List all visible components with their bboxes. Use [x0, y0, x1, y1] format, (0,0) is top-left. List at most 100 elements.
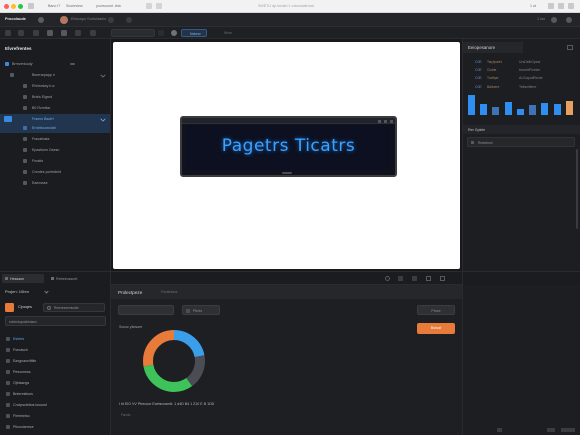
list-item[interactable]: Eaxgnaovifitile — [6, 357, 106, 365]
sidebar-item[interactable]: Fraxarbata — [0, 134, 110, 144]
maximize-icon — [384, 119, 387, 123]
design-canvas[interactable]: Pagetrs Ticatrs — [111, 39, 462, 271]
chevron-down-icon[interactable] — [100, 116, 106, 122]
user-icon[interactable] — [551, 17, 557, 23]
search-input[interactable]: edotrnkopaticfutanz — [5, 316, 106, 326]
list-item[interactable]: Estetrs — [6, 335, 106, 343]
inspector-row[interactable]: C0E Balloere Tettsmfliere — [475, 85, 575, 92]
collapse-icon[interactable] — [567, 45, 573, 50]
banner-frame[interactable]: Pagetrs Ticatrs — [180, 116, 397, 177]
preset-button[interactable]: Prsce — [417, 305, 455, 315]
list-item[interactable]: Pitcoxiarmce — [6, 423, 106, 431]
share-icon[interactable] — [548, 3, 554, 9]
status-icon[interactable] — [547, 428, 555, 432]
pen-tool-icon[interactable] — [61, 30, 67, 36]
notification-icon[interactable] — [126, 17, 132, 23]
more-icon[interactable] — [568, 3, 574, 9]
back-icon[interactable] — [38, 17, 44, 23]
inspector-row[interactable]: C0E Cicbie tmvclrtPicetse — [475, 68, 575, 75]
maximize-window-button[interactable] — [18, 4, 23, 9]
panel-subtitle[interactable]: Fsvtteiane — [161, 290, 178, 294]
option-button-1[interactable] — [118, 305, 174, 315]
app-header: Procoloude Etrsvapo Surtuidaelo 1 iun — [0, 13, 580, 27]
inspector-title: Eeiopesanore — [468, 45, 496, 50]
image-tool-icon[interactable] — [90, 30, 96, 36]
inspector-row[interactable]: C0E Tralhpe AUCapuitRsrne — [475, 76, 575, 83]
project-avatar — [5, 303, 14, 312]
grid-icon[interactable] — [398, 276, 403, 281]
nav-icon[interactable] — [156, 3, 162, 9]
close-window-button[interactable] — [4, 4, 9, 9]
toolbar-field[interactable] — [111, 29, 155, 37]
active-mode-field[interactable]: Nsbesr — [181, 29, 207, 37]
profile-selector[interactable]: Rrtentresemtcslle — [43, 303, 105, 312]
section-header[interactable]: Rer Gplele — [463, 125, 580, 134]
option-icon — [186, 309, 190, 313]
primary-action-button[interactable]: Bstsaf — [417, 323, 455, 334]
donut-chart — [143, 330, 205, 392]
settings-icon[interactable] — [558, 3, 564, 9]
tab-label-3[interactable]: yoursound. leta — [96, 4, 121, 8]
color-swatch[interactable] — [171, 30, 177, 36]
sidebar-item[interactable]: B0 Rcrnttar — [0, 103, 110, 113]
sidebar-item[interactable]: Rhrtnrdwy b a — [0, 81, 110, 91]
brand-name: Procoloude — [5, 17, 26, 21]
zoom-icon[interactable] — [385, 276, 390, 281]
frame-tool-icon[interactable] — [33, 30, 39, 36]
minimize-icon — [378, 119, 381, 123]
tab-resources[interactable]: Rebeeossurtt — [48, 274, 98, 283]
list-item[interactable]: Cncipsclettos lusoust — [6, 401, 106, 409]
sidebar-item[interactable]: Brrnvertoudy — [0, 59, 110, 69]
list-item[interactable]: Pesxonnss — [6, 368, 106, 376]
component-icon — [4, 116, 12, 122]
layout-icon[interactable] — [412, 276, 417, 281]
avatar[interactable] — [60, 16, 68, 24]
nav-icon[interactable] — [146, 3, 152, 9]
layer-icon — [23, 126, 27, 130]
fullscreen-icon[interactable] — [440, 276, 445, 281]
frame-icon[interactable] — [426, 276, 431, 281]
more-icon[interactable] — [70, 63, 75, 65]
option-button-2[interactable]: Ptmis — [182, 305, 220, 315]
move-tool-icon[interactable] — [18, 30, 24, 36]
list-item[interactable]: Fsrnasch — [6, 346, 106, 354]
select-tool-icon[interactable] — [5, 30, 11, 36]
minimize-window-button[interactable] — [11, 4, 16, 9]
shape-tool-icon[interactable] — [47, 30, 53, 36]
layer-icon — [23, 95, 27, 99]
list-item[interactable]: Ojtnkangs — [6, 379, 106, 387]
sidebar-item[interactable]: Fnratts — [0, 156, 110, 166]
status-icon[interactable] — [561, 428, 575, 432]
chevron-down-icon[interactable] — [100, 72, 106, 78]
tab-label-2[interactable]: Scoreview — [66, 4, 83, 8]
section-item[interactable]: Rmtetorni — [467, 137, 575, 147]
toolbar-extra[interactable]: Nhve — [224, 31, 232, 35]
layer-icon — [23, 106, 27, 110]
sidebar-item[interactable]: Cnrotes portrrdeid — [0, 167, 110, 177]
sidebar-item[interactable]: Brisls Elgrnd — [0, 92, 110, 102]
sidebar-item-selected[interactable]: Ernbttouraniatt — [0, 123, 110, 133]
inspector-row[interactable]: C0E Tsrptpaiet UrsDidbOyear — [475, 60, 575, 67]
chevron-down-icon[interactable] — [44, 289, 49, 294]
tab-history[interactable]: Hessaon — [2, 274, 44, 283]
sidebar-item[interactable]: Eaecssse — [0, 178, 110, 188]
dropdown-icon[interactable] — [108, 17, 114, 23]
item-icon — [471, 141, 474, 144]
sidebar-title: Elvrefrentes — [5, 46, 32, 51]
chart-bar — [516, 109, 524, 115]
list-item[interactable]: Fleirmeiso — [6, 412, 106, 420]
sidebar-item[interactable]: Epastlunn Gsesn — [0, 145, 110, 155]
chart-bar — [480, 103, 488, 115]
menu-icon[interactable] — [566, 17, 572, 23]
user-name[interactable]: Etrsvapo Surtuidaelo — [71, 17, 106, 21]
item-icon — [6, 359, 10, 363]
artboard[interactable]: Pagetrs Ticatrs — [113, 42, 460, 269]
tab-label-1[interactable]: Bano i7 — [48, 4, 60, 8]
status-icon[interactable] — [497, 428, 502, 432]
inspector-panel: Eeiopesanore C0E Tsrptpaiet UrsDidbOyear… — [462, 39, 580, 271]
text-tool-icon[interactable] — [75, 30, 81, 36]
sidebar-item[interactable]: Bsrerarpapp n — [0, 70, 110, 80]
list-item[interactable]: Bnterestions — [6, 390, 106, 398]
link-icon[interactable] — [158, 30, 164, 36]
scrollbar[interactable] — [576, 149, 578, 229]
